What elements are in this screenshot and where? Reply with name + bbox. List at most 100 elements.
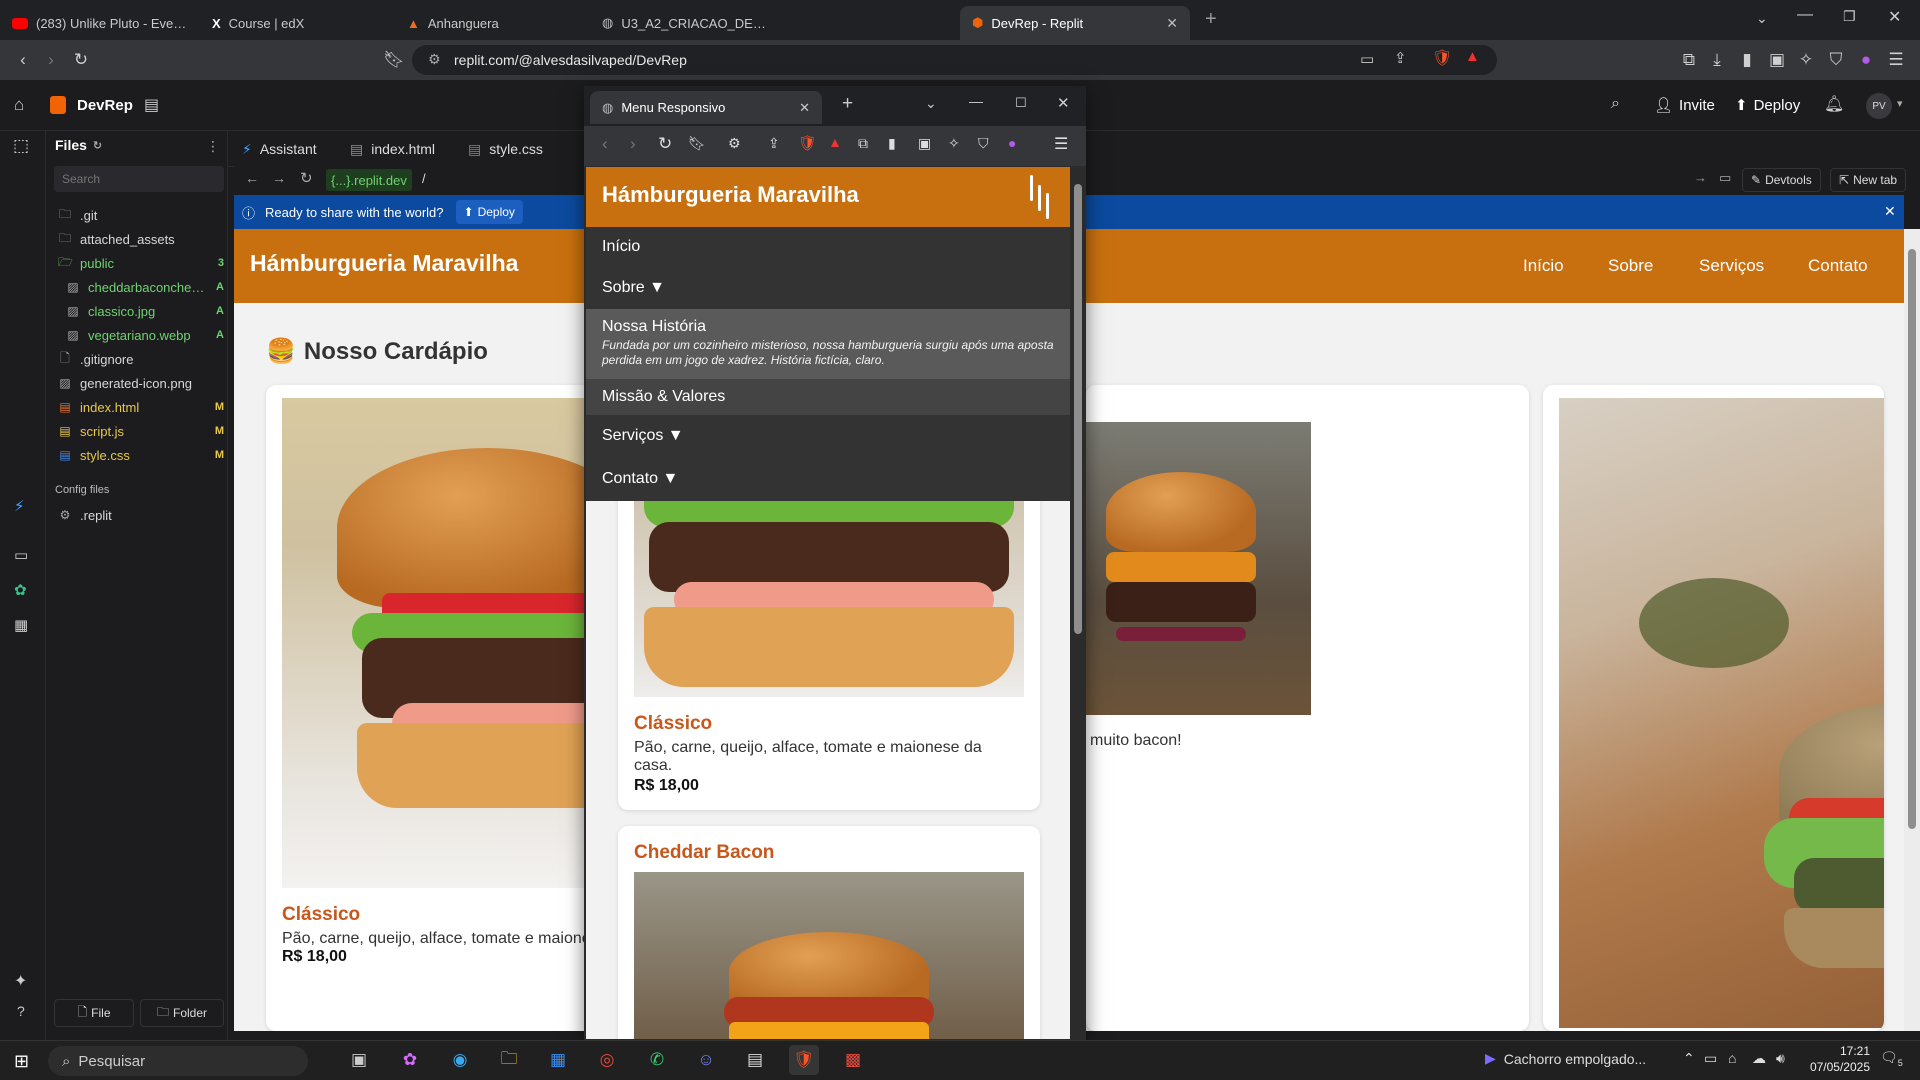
submenu-item-missao[interactable]: Missão & Valores: [586, 379, 1070, 415]
file-tree-item[interactable]: 🗁︎ public 3: [58, 252, 224, 274]
whatsapp-icon[interactable]: ✆: [642, 1045, 672, 1075]
sidebar-icon[interactable]: ▮: [888, 135, 896, 152]
file-tree-item[interactable]: 🗀︎ attached_assets: [58, 228, 224, 250]
webview-host[interactable]: {...}.replit.dev: [326, 169, 412, 191]
go-arrow-icon[interactable]: →: [1694, 170, 1707, 185]
file-tree-item[interactable]: ▨ generated-icon.png: [58, 372, 224, 394]
file-search-input[interactable]: [54, 166, 224, 192]
webview-forward-icon[interactable]: →: [272, 170, 286, 186]
back-icon[interactable]: ‹: [602, 134, 608, 154]
files-tool-icon[interactable]: ⬚: [13, 136, 29, 156]
minimize-icon[interactable]: —: [1797, 6, 1813, 24]
network-icon[interactable]: ⌂: [1728, 1050, 1736, 1066]
chrome-icon[interactable]: ◎: [592, 1045, 622, 1075]
device-icon[interactable]: ▭: [1719, 170, 1731, 186]
file-explorer-icon[interactable]: 🗀︎: [494, 1045, 524, 1075]
file-tree-item[interactable]: ▤ index.html M: [58, 396, 224, 418]
tab-index-html[interactable]: ▤ index.html: [350, 131, 435, 167]
extensions-icon[interactable]: ⧉: [858, 135, 868, 152]
nav-link-inicio[interactable]: Início: [1523, 256, 1564, 276]
profile-icon[interactable]: ●: [1008, 135, 1016, 151]
site-brand[interactable]: Hámburgueria Maravilha: [250, 250, 518, 277]
tray-icon[interactable]: ▭: [1704, 1050, 1717, 1067]
webview-path-input[interactable]: /: [422, 171, 426, 186]
volume-icon[interactable]: 🔊︎: [1776, 1050, 1785, 1067]
new-tab-button[interactable]: +: [1205, 8, 1217, 31]
webview-reload-icon[interactable]: ↻: [300, 169, 313, 187]
bell-icon[interactable]: 🔔︎: [1824, 94, 1844, 114]
project-name[interactable]: DevRep: [77, 97, 133, 114]
maximize-icon[interactable]: ☐: [1015, 95, 1027, 111]
profile-icon[interactable]: ●: [1853, 47, 1879, 73]
new-folder-button[interactable]: 🗀︎ Folder: [140, 999, 224, 1027]
invite-button[interactable]: 👤︎ Invite: [1646, 90, 1723, 120]
leo-ai-icon[interactable]: ✧: [948, 135, 960, 152]
new-file-button[interactable]: 🗋︎ File: [54, 999, 134, 1027]
browser-tab[interactable]: ◍ U3_A2_CRIACAO_DE_COMPONENTES: [590, 6, 785, 40]
clock[interactable]: 17:21 07/05/2025: [1800, 1043, 1870, 1075]
sidebar-icon[interactable]: ▮: [1734, 47, 1760, 73]
project-menu-icon[interactable]: ▤: [144, 95, 159, 115]
mobile-nav-inicio[interactable]: Início: [586, 227, 1070, 267]
close-tab-icon[interactable]: ✕: [799, 100, 810, 116]
chevron-down-icon[interactable]: ▾: [1897, 97, 1903, 110]
vpn-icon[interactable]: ⛉: [978, 135, 989, 152]
file-tree-item[interactable]: ▤ style.css M: [58, 444, 224, 466]
restore-icon[interactable]: ❐: [1843, 8, 1856, 25]
mobile-brand[interactable]: Hámburgueria Maravilha: [602, 182, 859, 208]
forward-icon[interactable]: ›: [630, 134, 636, 154]
deploy-button[interactable]: ⬆ Deploy: [1727, 90, 1808, 120]
new-tab-button[interactable]: +: [842, 93, 853, 115]
share-icon[interactable]: ⇪: [768, 135, 780, 152]
tab-search-chevron-icon[interactable]: ⌄: [1756, 10, 1768, 27]
submenu-item-historia[interactable]: Nossa História Fundada por um cozinheiro…: [586, 309, 1070, 379]
mobile-nav-servicos[interactable]: Serviços ▼: [586, 415, 1070, 457]
bookmark-icon[interactable]: 🔖︎: [688, 135, 706, 152]
browser-tab[interactable]: ▲ Anhanguera: [395, 6, 590, 40]
taskbar-search[interactable]: ⌕ Pesquisar: [48, 1046, 308, 1076]
nav-link-servicos[interactable]: Serviços: [1699, 256, 1764, 276]
close-window-icon[interactable]: ✕: [1057, 94, 1070, 112]
leo-ai-icon[interactable]: ✧: [1793, 47, 1819, 73]
file-tree-item[interactable]: ▨ vegetariano.webp A: [66, 324, 224, 346]
app-icon[interactable]: ▩: [838, 1045, 868, 1075]
nav-link-contato[interactable]: Contato: [1808, 256, 1868, 276]
search-icon[interactable]: ⌕: [1611, 95, 1620, 113]
wallet-icon[interactable]: ▣: [1764, 47, 1790, 73]
onedrive-icon[interactable]: ☁: [1752, 1050, 1766, 1067]
chevron-up-icon[interactable]: ⌃: [1683, 1050, 1695, 1067]
home-icon[interactable]: ⌂: [14, 95, 24, 115]
avatar[interactable]: PV: [1866, 93, 1892, 119]
windows-start-icon[interactable]: ⊞: [14, 1051, 29, 1072]
close-window-icon[interactable]: ✕: [1888, 7, 1901, 27]
new-tab-preview-button[interactable]: ⇱ New tab: [1830, 168, 1907, 192]
overlay-scrollbar-thumb[interactable]: [1074, 184, 1082, 634]
mobile-nav-contato[interactable]: Contato ▼: [586, 457, 1070, 501]
vpn-icon[interactable]: ⛉: [1823, 47, 1849, 73]
agent-icon[interactable]: ⚡︎: [14, 497, 25, 515]
notepad-icon[interactable]: ▤: [740, 1045, 770, 1075]
tab-style-css[interactable]: ▤ style.css: [468, 131, 543, 167]
file-tree-item[interactable]: 🗀︎ .git: [58, 204, 224, 226]
overlay-tab[interactable]: ◍ Menu Responsivo ✕: [590, 91, 822, 124]
devtools-button[interactable]: ✎ Devtools: [1742, 168, 1821, 192]
ai-tool-icon[interactable]: ✿: [14, 581, 27, 599]
notifications-icon[interactable]: 🗨︎5: [1880, 1049, 1903, 1068]
file-tree-item[interactable]: 🗋︎ .gitignore: [58, 348, 224, 370]
file-tree-item[interactable]: ⚙ .replit: [58, 504, 224, 526]
brave-icon[interactable]: 🛡︎: [789, 1045, 819, 1075]
tab-assistant[interactable]: ⚡︎ Assistant: [242, 131, 317, 167]
discord-icon[interactable]: ☺: [691, 1045, 721, 1075]
hamburger-menu-icon[interactable]: [1028, 175, 1052, 219]
more-options-icon[interactable]: ⋮: [206, 138, 220, 155]
store-icon[interactable]: ▦: [543, 1045, 573, 1075]
edge-icon[interactable]: ◉: [445, 1045, 475, 1075]
share-icon[interactable]: ⇪: [1394, 49, 1407, 67]
close-tab-icon[interactable]: ✕: [1166, 15, 1178, 32]
minimize-icon[interactable]: —: [969, 93, 983, 109]
menu-icon[interactable]: ☰: [1883, 47, 1909, 73]
all-tools-icon[interactable]: ▦: [14, 616, 28, 634]
back-icon[interactable]: ‹: [10, 47, 36, 73]
forward-icon[interactable]: ›: [38, 47, 64, 73]
site-info-icon[interactable]: ⚙: [728, 135, 741, 152]
